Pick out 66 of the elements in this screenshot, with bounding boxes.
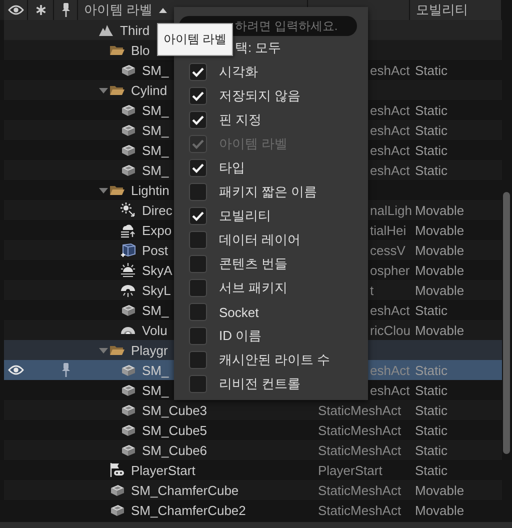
type-cell: eshAct [370, 102, 410, 118]
mobility-cell: Static [415, 362, 448, 378]
item-label: SM_Cube3 [142, 402, 208, 418]
item-label: Cylind [131, 82, 168, 98]
mobility-cell: Movable [415, 502, 464, 518]
type-cell: StaticMeshAct [318, 422, 402, 438]
type-cell: StaticMeshAct [318, 442, 402, 458]
item-label: Post [142, 242, 168, 258]
item-label: Volu [142, 322, 168, 338]
mobility-cell: Movable [415, 202, 464, 218]
item-label: Lightin [131, 182, 170, 198]
mobility-cell: Static [415, 162, 448, 178]
menu-heading: 택: 모두 [235, 39, 282, 57]
item-label: SkyL [142, 282, 171, 298]
mobility-cell: Static [415, 442, 448, 458]
item-label: SM_ChamferCube2 [131, 502, 246, 518]
type-cell: PlayerStart [318, 462, 382, 478]
type-cell: nalLigh [370, 202, 412, 218]
mobility-cell: Movable [415, 322, 464, 338]
item-label: Playgr [131, 342, 168, 358]
mobility-cell: Static [415, 62, 448, 78]
type-cell: eshAct [370, 62, 410, 78]
mobility-cell: Static [415, 462, 448, 478]
item-label: SM_ [142, 302, 169, 318]
type-cell: eshAct [370, 122, 410, 138]
item-label: Blo [131, 42, 150, 58]
mobility-cell: Static [415, 142, 448, 158]
item-label: PlayerStart [131, 462, 196, 478]
item-label: SM_ [142, 142, 169, 158]
type-cell: eshAct [370, 362, 410, 378]
item-label: SM_ [142, 122, 169, 138]
mobility-cell: Static [415, 402, 448, 418]
item-label: Third [120, 22, 150, 38]
mobility-cell: Movable [415, 222, 464, 238]
item-label: SkyA [142, 262, 172, 278]
type-cell: StaticMeshAct [318, 402, 402, 418]
mobility-cell: Static [415, 382, 448, 398]
item-label: SM_ChamferCube [131, 482, 239, 498]
type-cell: ospher [370, 262, 410, 278]
item-label: SM_ [142, 162, 169, 178]
mobility-cell: Static [415, 422, 448, 438]
mobility-cell: Static [415, 102, 448, 118]
type-cell: t [370, 282, 374, 298]
mobility-cell: Movable [415, 282, 464, 298]
item-label: Expo [142, 222, 172, 238]
item-label: SM_ [142, 62, 169, 78]
mobility-cell: Static [415, 302, 448, 318]
type-cell: eshAct [370, 142, 410, 158]
type-cell: tialHei [370, 222, 406, 238]
item-label: SM_Cube6 [142, 442, 208, 458]
type-cell: eshAct [370, 382, 410, 398]
item-label: SM_Cube5 [142, 422, 208, 438]
type-cell: ricClou [370, 322, 410, 338]
item-label: SM_ [142, 362, 169, 378]
mobility-cell: Movable [415, 482, 464, 498]
mobility-cell: Movable [415, 262, 464, 278]
type-cell: eshAct [370, 302, 410, 318]
item-label: SM_ [142, 382, 169, 398]
item-label: SM_ [142, 102, 169, 118]
type-cell: eshAct [370, 162, 410, 178]
mobility-cell: Static [415, 122, 448, 138]
type-cell: StaticMeshAct [318, 482, 402, 498]
type-cell: StaticMeshAct [318, 502, 402, 518]
item-label: Direc [142, 202, 172, 218]
mobility-cell: Movable [415, 242, 464, 258]
type-cell: cessV [370, 242, 406, 258]
